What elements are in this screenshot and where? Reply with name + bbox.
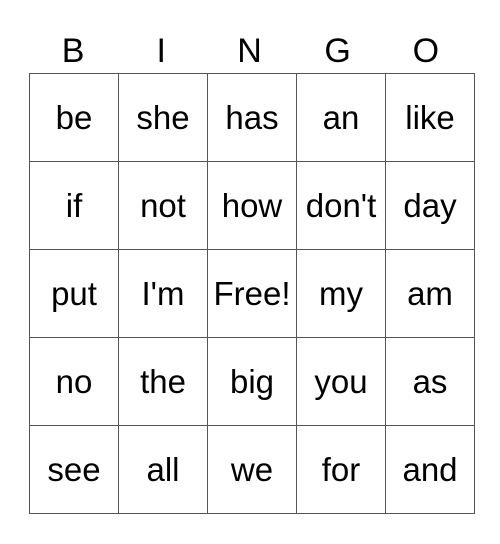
card-cell[interactable]: and: [385, 425, 475, 514]
card-cell[interactable]: has: [207, 73, 297, 162]
card-cell[interactable]: don't: [296, 161, 386, 250]
card-row: be she has an like: [29, 73, 475, 162]
card-cell[interactable]: be: [29, 73, 119, 162]
card-cell[interactable]: put: [29, 249, 119, 338]
bingo-header: B I N G O: [29, 30, 470, 73]
card-cell[interactable]: for: [296, 425, 386, 514]
card-cell[interactable]: the: [118, 337, 208, 426]
card-row: no the big you as: [29, 337, 475, 426]
card-cell[interactable]: like: [385, 73, 475, 162]
header-letter: G: [324, 32, 351, 70]
card-cell[interactable]: big: [207, 337, 297, 426]
header-letter: O: [412, 32, 440, 70]
card-cell[interactable]: you: [296, 337, 386, 426]
card-cell[interactable]: an: [296, 73, 386, 162]
card-cell[interactable]: not: [118, 161, 208, 250]
card-cell[interactable]: am: [385, 249, 475, 338]
card-row: see all we for and: [29, 425, 475, 514]
card-row: put I'm Free! my am: [29, 249, 475, 338]
card-row: if not how don't day: [29, 161, 475, 250]
card-cell[interactable]: she: [118, 73, 208, 162]
card-cell[interactable]: I'm: [118, 249, 208, 338]
bingo-card: be she has an like if not how don't day …: [29, 73, 475, 514]
card-cell[interactable]: my: [296, 249, 386, 338]
header-letter: B: [61, 32, 85, 70]
card-cell[interactable]: how: [207, 161, 297, 250]
card-cell[interactable]: no: [29, 337, 119, 426]
card-cell[interactable]: see: [29, 425, 119, 514]
free-space-cell[interactable]: Free!: [207, 249, 297, 338]
card-cell[interactable]: day: [385, 161, 475, 250]
card-cell[interactable]: we: [207, 425, 297, 514]
card-cell[interactable]: all: [118, 425, 208, 514]
card-cell[interactable]: as: [385, 337, 475, 426]
header-letter: I: [156, 32, 166, 70]
header-letter: N: [237, 32, 262, 70]
card-cell[interactable]: if: [29, 161, 119, 250]
